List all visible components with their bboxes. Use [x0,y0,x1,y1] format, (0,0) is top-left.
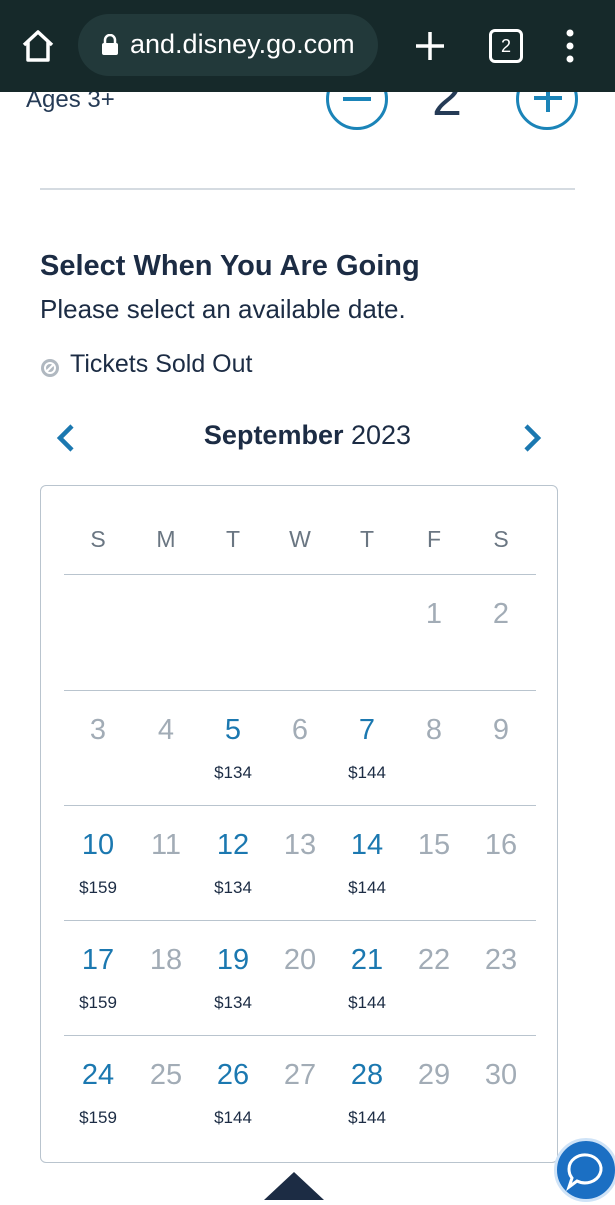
date-sold-out: 9 [492,714,510,746]
date-sold-out: 13 [283,829,317,861]
date-available[interactable]: 14 [337,829,397,862]
date-available[interactable]: 26 [203,1059,263,1092]
date-available[interactable]: 10 [68,829,128,862]
weekday-header: M [156,526,176,552]
scroll-up-arrow-icon[interactable] [262,1170,326,1200]
sold-out-icon [40,358,60,378]
month-navigation: September 2023 [40,414,575,460]
weekday-header: T [225,526,241,552]
date-sold-out: 18 [149,944,183,976]
tabs-switcher-button[interactable]: 2 [489,29,523,63]
section-title: Select When You Are Going [40,250,420,282]
section-divider [40,188,575,190]
weekday-header: W [289,526,311,552]
date-sold-out: 1 [425,598,443,630]
chat-bubble-icon [566,1153,603,1192]
date-sold-out: 4 [157,714,175,746]
date-sold-out: 8 [425,714,443,746]
date-sold-out: 16 [484,829,518,861]
url-text[interactable]: and.disney.go.com [130,29,370,60]
date-price: $144 [348,878,386,897]
chat-button[interactable] [554,1138,615,1202]
weekday-header: F [426,526,442,552]
date-sold-out: 27 [283,1059,317,1091]
address-bar[interactable]: and.disney.go.com [78,14,378,76]
more-vert-icon[interactable] [560,28,580,64]
date-available[interactable]: 19 [203,944,263,977]
date-price: $159 [79,993,117,1012]
weekday-header: T [359,526,375,552]
date-available[interactable]: 12 [203,829,263,862]
week-divider [64,805,536,806]
date-price: $144 [348,1108,386,1127]
date-sold-out: 22 [417,944,451,976]
date-sold-out: 20 [283,944,317,976]
date-available[interactable]: 7 [337,714,397,747]
new-tab-plus-icon[interactable] [410,26,450,66]
date-available[interactable]: 17 [68,944,128,977]
year: 2023 [351,420,412,450]
date-price: $134 [214,878,252,897]
chevron-right-icon[interactable] [520,422,544,454]
date-sold-out: 6 [291,714,309,746]
weekday-header: S [493,526,509,552]
month-year-label: September 2023 [40,420,575,451]
date-price: $159 [79,1108,117,1127]
date-price: $134 [214,993,252,1012]
month-name: September [203,420,344,450]
week-divider [64,1035,536,1036]
date-sold-out: 25 [149,1059,183,1091]
date-available[interactable]: 5 [203,714,263,747]
date-sold-out: 30 [484,1059,518,1091]
date-price: $159 [79,878,117,897]
week-divider [64,920,536,921]
date-sold-out: 29 [417,1059,451,1091]
sold-out-legend-label: Tickets Sold Out [70,350,253,378]
home-icon[interactable] [18,28,58,64]
date-sold-out: 3 [89,714,107,746]
date-available[interactable]: 24 [68,1059,128,1092]
weekday-header: S [90,526,106,552]
week-divider [64,690,536,691]
date-calendar: S M T W T F S 1 2 3 4 5 $134 6 7 $144 8 9 10 $159 11 12 $134 13… [40,485,558,1163]
date-sold-out: 23 [484,944,518,976]
tab-count: 2 [500,36,511,56]
browser-toolbar: and.disney.go.com 2 [0,0,615,92]
date-available[interactable]: 21 [337,944,397,977]
date-sold-out: 15 [417,829,451,861]
date-price: $134 [214,763,252,782]
date-sold-out: 11 [150,829,182,861]
date-sold-out: 2 [492,598,510,630]
date-available[interactable]: 28 [337,1059,397,1092]
date-price: $144 [348,763,386,782]
lock-icon [100,33,120,56]
week-divider [64,574,536,575]
date-price: $144 [214,1108,252,1127]
date-price: $144 [348,993,386,1012]
section-subtitle: Please select an available date. [40,294,406,324]
